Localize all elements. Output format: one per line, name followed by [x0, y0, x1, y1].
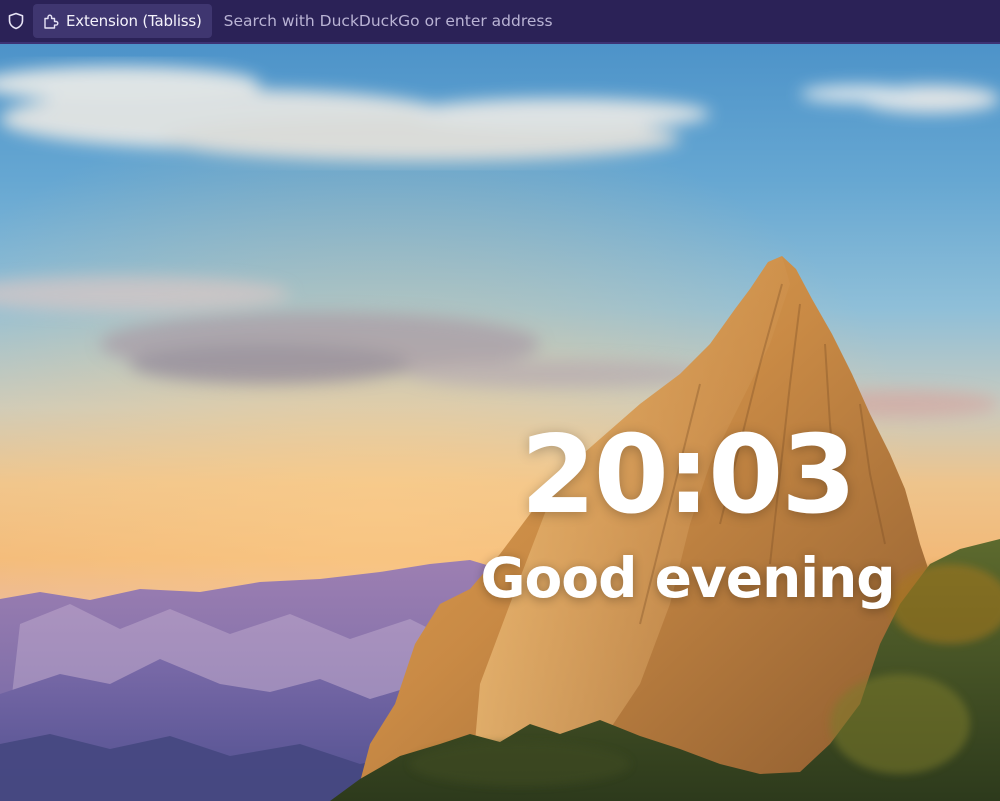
browser-window: Extension (Tabliss) Search with DuckDuck…: [0, 0, 1000, 801]
time-widget: 20:03 Good evening: [440, 413, 935, 610]
tabliss-newtab-page: 20:03 Good evening: [0, 44, 1000, 801]
address-input[interactable]: [219, 5, 1000, 37]
extension-puzzle-icon: [44, 14, 59, 29]
clock-time: 20:03: [520, 413, 857, 538]
shield-icon: [8, 12, 24, 30]
url-bar: Extension (Tabliss): [0, 0, 1000, 44]
identity-label: Extension (Tabliss): [66, 12, 202, 30]
identity-box[interactable]: Extension (Tabliss): [33, 4, 212, 38]
greeting-text: Good evening: [480, 546, 895, 610]
tracking-protection-button[interactable]: [5, 10, 27, 32]
